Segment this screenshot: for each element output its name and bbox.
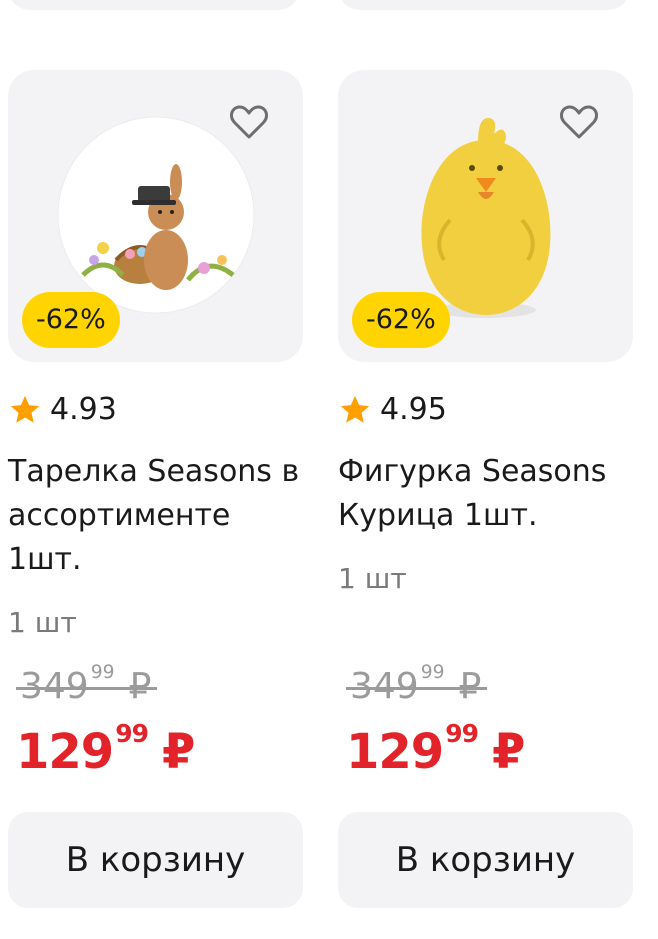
product-quantity: 1 шт (8, 606, 77, 639)
heart-icon[interactable] (559, 104, 599, 140)
old-price: 34999₽ (16, 662, 158, 707)
old-price: 34999₽ (346, 662, 488, 707)
rating: 4.95 (338, 392, 447, 427)
heart-icon[interactable] (229, 104, 269, 140)
add-to-cart-button[interactable]: В корзину (338, 812, 633, 908)
product-title[interactable]: Фигурка Seasons Курица 1шт. (338, 450, 633, 538)
star-icon (10, 395, 40, 423)
previous-card-bottom (338, 0, 630, 10)
rating: 4.93 (8, 392, 117, 427)
sale-price: 12999 ₽ (16, 719, 195, 780)
discount-badge: -62% (22, 292, 120, 348)
sale-price: 12999 ₽ (346, 719, 525, 780)
rating-value: 4.93 (50, 392, 117, 427)
product-card[interactable]: -62% 4.95 Фигурка Seasons Курица 1шт. 1 … (338, 70, 633, 908)
strikethrough (16, 686, 158, 690)
product-quantity: 1 шт (338, 562, 407, 595)
product-title[interactable]: Тарелка Seasons в ассортименте 1шт. (8, 450, 303, 582)
add-to-cart-button[interactable]: В корзину (8, 812, 303, 908)
product-image-box[interactable]: -62% (8, 70, 303, 362)
discount-badge: -62% (352, 292, 450, 348)
product-card[interactable]: -62% 4.93 Тарелка Seasons в ассортименте… (8, 70, 303, 908)
star-icon (340, 395, 370, 423)
product-image-box[interactable]: -62% (338, 70, 633, 362)
rating-value: 4.95 (380, 392, 447, 427)
strikethrough (346, 686, 488, 690)
previous-card-bottom (8, 0, 300, 10)
